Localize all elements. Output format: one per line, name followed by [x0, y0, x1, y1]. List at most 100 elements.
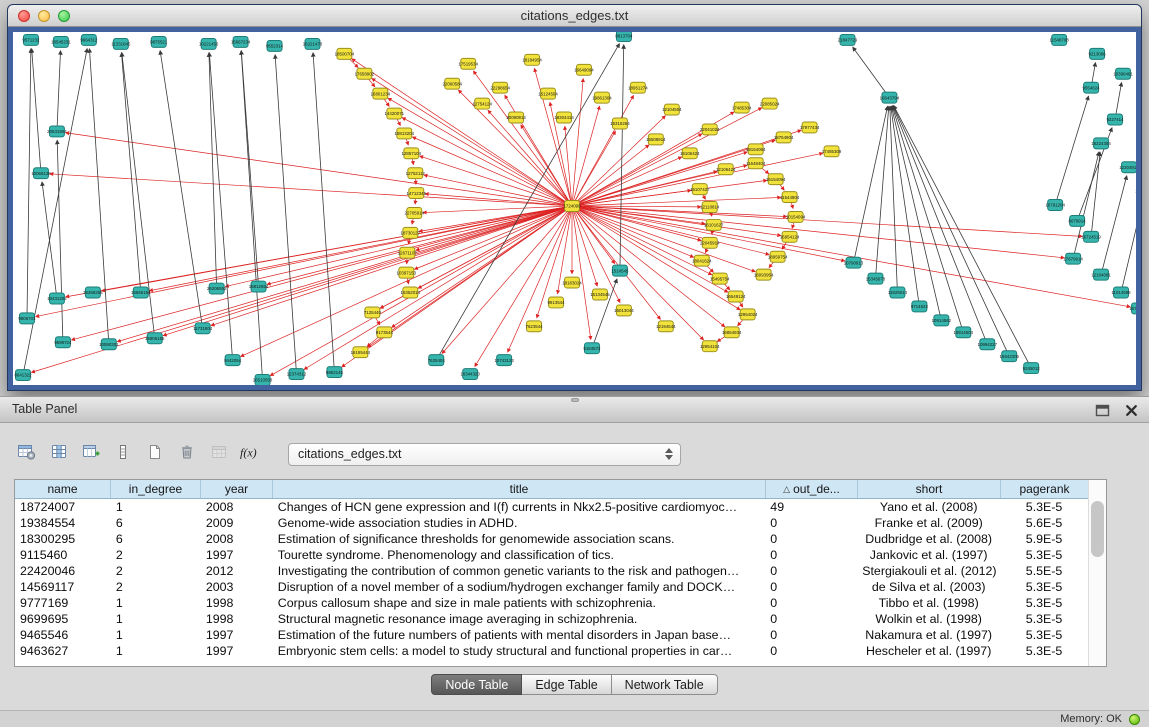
table-row[interactable]: 946554611997Estimation of the future num… — [15, 627, 1088, 643]
network-node[interactable]: 11014598 — [1111, 287, 1131, 298]
network-node[interactable]: 10590301 — [99, 339, 119, 350]
network-node[interactable]: 16344320 — [460, 369, 480, 380]
network-node[interactable]: 14454904 — [1135, 186, 1136, 197]
network-node[interactable]: 16224354 — [1091, 138, 1111, 149]
tab-edge-table[interactable]: Edge Table — [522, 674, 611, 695]
function-builder-button[interactable]: f(x) — [238, 441, 264, 467]
network-node[interactable]: 10994227 — [978, 339, 998, 350]
network-node[interactable]: 18183024 — [562, 277, 582, 288]
network-node[interactable]: 11548708 — [1050, 34, 1070, 45]
split-pane-handle[interactable] — [571, 398, 579, 402]
network-node[interactable]: 9913544 — [547, 297, 565, 308]
table-row[interactable]: 946362711997Embryonic stem cells: a mode… — [15, 643, 1088, 659]
create-column-button[interactable] — [78, 441, 104, 467]
network-node[interactable]: 18184954 — [522, 54, 542, 65]
network-node[interactable]: 7625404 — [428, 355, 446, 366]
network-node[interactable]: 9184572 — [583, 343, 601, 354]
network-node[interactable]: 16510558 — [253, 375, 273, 385]
network-node[interactable]: 15866154 — [131, 287, 151, 298]
network-node[interactable]: 19861304 — [592, 92, 612, 103]
network-node[interactable]: 16643794 — [880, 92, 900, 103]
network-node[interactable]: 16791204 — [1045, 200, 1065, 211]
network-node[interactable]: 10914562 — [932, 315, 952, 326]
network-node[interactable]: 12104091 — [1091, 269, 1111, 280]
network-node[interactable]: 7623544 — [526, 321, 544, 332]
network-node[interactable]: 18951274 — [628, 82, 648, 93]
network-node[interactable]: 17519534 — [458, 58, 478, 69]
network-node[interactable]: 15134545 — [590, 289, 610, 300]
network-node[interactable]: 9862145 — [326, 367, 344, 378]
column-header-pagerank[interactable]: pagerank — [1001, 480, 1089, 498]
network-node[interactable]: 12754124 — [472, 98, 492, 109]
network-node[interactable]: 11929014 — [888, 287, 908, 298]
network-node[interactable]: 9571232 — [22, 34, 40, 45]
network-node[interactable]: 21847729 — [838, 34, 858, 45]
network-node[interactable]: 12671107 — [398, 247, 418, 258]
network-node[interactable]: 26206552 — [207, 283, 227, 294]
network-node[interactable]: 15905155 — [145, 333, 165, 344]
network-node[interactable]: 22085024 — [760, 98, 780, 109]
delete-columns-button[interactable] — [174, 441, 200, 467]
network-node[interactable]: 15316264 — [610, 118, 630, 129]
network-graph[interactable]: 9571232105452319664312113318459875521102… — [13, 32, 1136, 385]
network-node[interactable]: 14712345 — [407, 188, 427, 199]
network-node[interactable]: 15508914 — [646, 134, 666, 145]
network-node[interactable]: 20531904 — [47, 126, 67, 137]
network-node[interactable]: 9552314 — [266, 40, 284, 51]
tab-node-table[interactable]: Node Table — [431, 674, 522, 695]
network-node[interactable]: 12106424 — [716, 164, 736, 175]
network-node[interactable]: 17679914 — [1063, 253, 1083, 264]
network-node[interactable]: 12857104 — [402, 148, 422, 159]
network-node[interactable]: 8641322 — [14, 370, 32, 381]
network-node[interactable]: 17977434 — [800, 122, 820, 133]
network-node[interactable]: 12110814 — [700, 202, 720, 213]
network-node[interactable]: 10397153 — [397, 267, 417, 278]
network-node[interactable]: 18500704 — [335, 48, 355, 59]
network-node[interactable]: 11331845 — [111, 38, 131, 49]
network-node[interactable]: 9227414 — [1106, 114, 1124, 125]
network-node[interactable]: 18959754 — [768, 251, 788, 262]
column-header-title[interactable]: title — [273, 480, 766, 498]
network-node[interactable]: 9875521 — [150, 36, 168, 47]
column-header-out_degree[interactable]: △out_de... — [766, 480, 858, 498]
network-table-selector[interactable]: citations_edges.txt — [288, 443, 681, 466]
network-node[interactable]: 18730127 — [401, 227, 421, 238]
table-row[interactable]: 1830029562008Estimation of significance … — [15, 531, 1088, 547]
zoom-window-button[interactable] — [58, 10, 70, 22]
network-node[interactable]: 12194544 — [656, 321, 676, 332]
network-node[interactable]: 9245012 — [1023, 363, 1041, 374]
column-header-name[interactable]: name — [15, 480, 111, 498]
network-node[interactable]: 9554624 — [1083, 82, 1101, 93]
network-node[interactable]: 12204913 — [1119, 162, 1136, 173]
network-node[interactable]: 16772301 — [1129, 303, 1136, 314]
close-window-button[interactable] — [18, 10, 30, 22]
network-node[interactable]: 16801234 — [371, 88, 391, 99]
network-node[interactable]: 16013044 — [614, 305, 634, 316]
network-node[interactable]: 17658902 — [355, 68, 375, 79]
network-node[interactable]: 10545231 — [51, 36, 71, 47]
network-node[interactable]: 18813204 — [395, 128, 415, 139]
network-node[interactable]: 22045914 — [700, 237, 720, 248]
network-node[interactable]: 16724519 — [1081, 231, 1101, 242]
network-node[interactable]: 9213066 — [1089, 48, 1107, 59]
network-node[interactable]: 15154094 — [766, 174, 786, 185]
network-node[interactable]: 12954104 — [700, 341, 720, 352]
scrollbar-thumb[interactable] — [1091, 501, 1104, 557]
network-node[interactable]: 16954124 — [780, 231, 800, 242]
network-node[interactable]: 14420071 — [385, 108, 405, 119]
network-node[interactable]: 18754904 — [774, 132, 794, 143]
network-node[interactable]: 9173544 — [376, 327, 394, 338]
table-row[interactable]: 2242004622012Investigating the contribut… — [15, 563, 1088, 579]
network-node[interactable]: 12954024 — [738, 309, 758, 320]
network-node[interactable]: 8813704 — [615, 32, 633, 41]
network-node[interactable]: 12104504 — [662, 104, 682, 115]
network-node[interactable]: 12752112 — [406, 168, 426, 179]
network-node[interactable]: 15495754 — [710, 273, 730, 284]
network-node[interactable]: 15124504 — [538, 88, 558, 99]
network-node[interactable]: 20090914 — [506, 112, 526, 123]
window-titlebar[interactable]: citations_edges.txt — [8, 5, 1141, 27]
table-row[interactable]: 1938455462009Genome-wide association stu… — [15, 515, 1088, 531]
network-node[interactable]: 16649094 — [574, 64, 594, 75]
table-row[interactable]: 1456911722003Disruption of a novel membe… — [15, 579, 1088, 595]
network-node[interactable]: 16195444 — [351, 347, 371, 358]
